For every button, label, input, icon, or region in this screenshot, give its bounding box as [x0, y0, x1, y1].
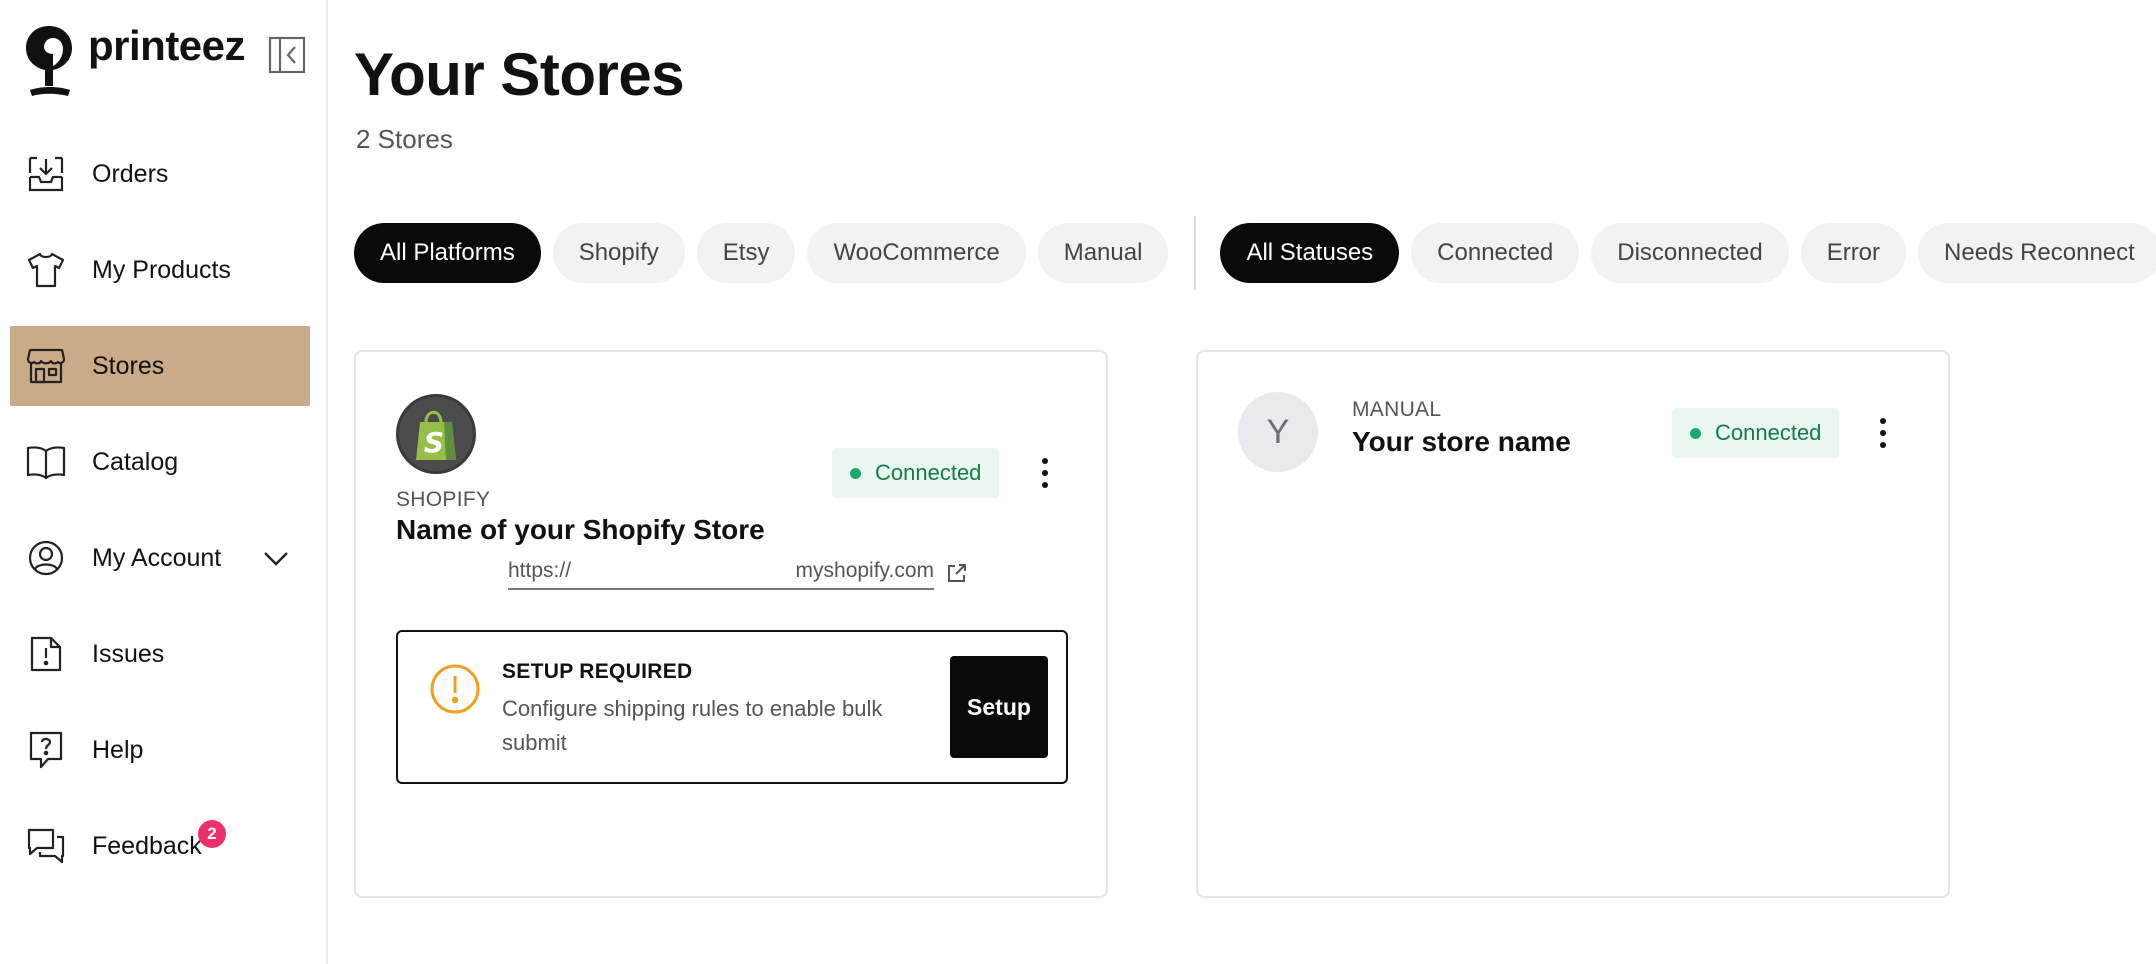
url-prefix: https://: [508, 559, 572, 582]
filter-platform-etsy[interactable]: Etsy: [696, 223, 796, 283]
setup-required-alert: SETUP REQUIRED Configure shipping rules …: [396, 630, 1068, 784]
main-content: Your Stores 2 Stores All Platforms Shopi…: [328, 0, 2156, 964]
status-badge: Connected: [832, 448, 1000, 498]
sidebar-item-feedback[interactable]: Feedback 2: [10, 806, 310, 886]
store-menu-button[interactable]: [1868, 410, 1898, 456]
setup-description: Configure shipping rules to enable bulk …: [502, 696, 883, 755]
filter-bar: All Platforms Shopify Etsy WooCommerce M…: [354, 216, 2156, 290]
sidebar-item-label: Help: [92, 735, 144, 764]
status-dot: [850, 467, 861, 479]
chat-bubbles-icon: [26, 826, 66, 866]
store-card-manual: Y MANUAL Your store name Connected: [1196, 350, 1950, 898]
svg-text:S: S: [424, 426, 444, 459]
url-suffix: myshopify.com: [795, 559, 934, 582]
sidebar-item-issues[interactable]: Issues: [10, 614, 310, 694]
notification-badge: 2: [198, 820, 226, 848]
storefront-icon: [26, 346, 66, 386]
setup-title: SETUP REQUIRED: [502, 660, 693, 683]
filter-platform-woocommerce[interactable]: WooCommerce: [807, 223, 1026, 283]
sidebar-item-label: My Account: [92, 543, 222, 572]
brand-name: printeez: [88, 22, 246, 69]
printeez-logo-icon: [26, 26, 72, 96]
filter-status-all[interactable]: All Statuses: [1220, 223, 1400, 283]
filter-status-disconnected[interactable]: Disconnected: [1591, 223, 1789, 283]
tshirt-icon: [26, 250, 66, 290]
app-root: printeez Orders My Products Stores Catal…: [0, 0, 2156, 964]
sidebar-item-label: Feedback: [92, 831, 202, 860]
file-alert-icon: [26, 634, 66, 674]
status-text: Connected: [1715, 420, 1822, 445]
store-name: Name of your Shopify Store: [396, 514, 765, 545]
sidebar-item-label: My Products: [92, 255, 231, 284]
sidebar: printeez Orders My Products Stores Catal…: [0, 0, 328, 964]
sidebar-item-catalog[interactable]: Catalog: [10, 422, 310, 502]
sidebar-item-my-products[interactable]: My Products: [10, 230, 310, 310]
status-badge: Connected: [1672, 408, 1840, 458]
filter-platform-all[interactable]: All Platforms: [354, 223, 541, 283]
store-name: Your store name: [1352, 426, 1571, 457]
store-count: 2 Stores: [356, 124, 453, 154]
store-url-link[interactable]: https:// myshopify.com: [508, 556, 934, 590]
warning-circle-icon: [430, 664, 480, 714]
store-menu-button[interactable]: [1030, 450, 1060, 496]
filter-status-needs-reconnect[interactable]: Needs Reconnect: [1918, 223, 2156, 283]
setup-button[interactable]: Setup: [950, 656, 1048, 758]
sidebar-collapse-icon: [268, 36, 306, 74]
store-platform: SHOPIFY: [396, 488, 491, 511]
store-card-shopify: S SHOPIFY Name of your Shopify Store htt…: [354, 350, 1108, 898]
filter-divider: [1194, 216, 1197, 290]
user-circle-icon: [26, 538, 66, 578]
open-book-icon: [26, 442, 66, 482]
status-dot: [1690, 427, 1701, 439]
sidebar-item-label: Orders: [92, 159, 169, 188]
filter-status-error[interactable]: Error: [1800, 223, 1907, 283]
status-text: Connected: [875, 460, 982, 485]
brand-logo[interactable]: printeez: [24, 22, 246, 100]
external-link-icon[interactable]: [946, 562, 968, 584]
help-chat-icon: [26, 730, 66, 770]
collapse-sidebar-button[interactable]: [268, 36, 306, 74]
chevron-down-icon[interactable]: [262, 544, 290, 572]
store-platform: MANUAL: [1352, 398, 1442, 421]
sidebar-item-help[interactable]: Help: [10, 710, 310, 790]
store-url: https:// myshopify.com: [508, 556, 968, 590]
sidebar-item-label: Issues: [92, 639, 165, 668]
filter-platform-shopify[interactable]: Shopify: [552, 223, 685, 283]
sidebar-item-orders[interactable]: Orders: [10, 134, 310, 214]
sidebar-item-label: Catalog: [92, 447, 179, 476]
sidebar-item-stores[interactable]: Stores: [10, 326, 310, 406]
shopify-logo-icon: S: [396, 394, 476, 474]
filter-platform-manual[interactable]: Manual: [1037, 223, 1169, 283]
sidebar-nav: Orders My Products Stores Catalog My Acc…: [10, 134, 310, 902]
sidebar-item-my-account[interactable]: My Account: [10, 518, 310, 598]
inbox-download-icon: [26, 154, 66, 194]
filter-status-connected[interactable]: Connected: [1411, 223, 1580, 283]
store-avatar: Y: [1238, 392, 1318, 472]
sidebar-item-label: Stores: [92, 351, 165, 380]
page-title: Your Stores: [354, 41, 685, 108]
